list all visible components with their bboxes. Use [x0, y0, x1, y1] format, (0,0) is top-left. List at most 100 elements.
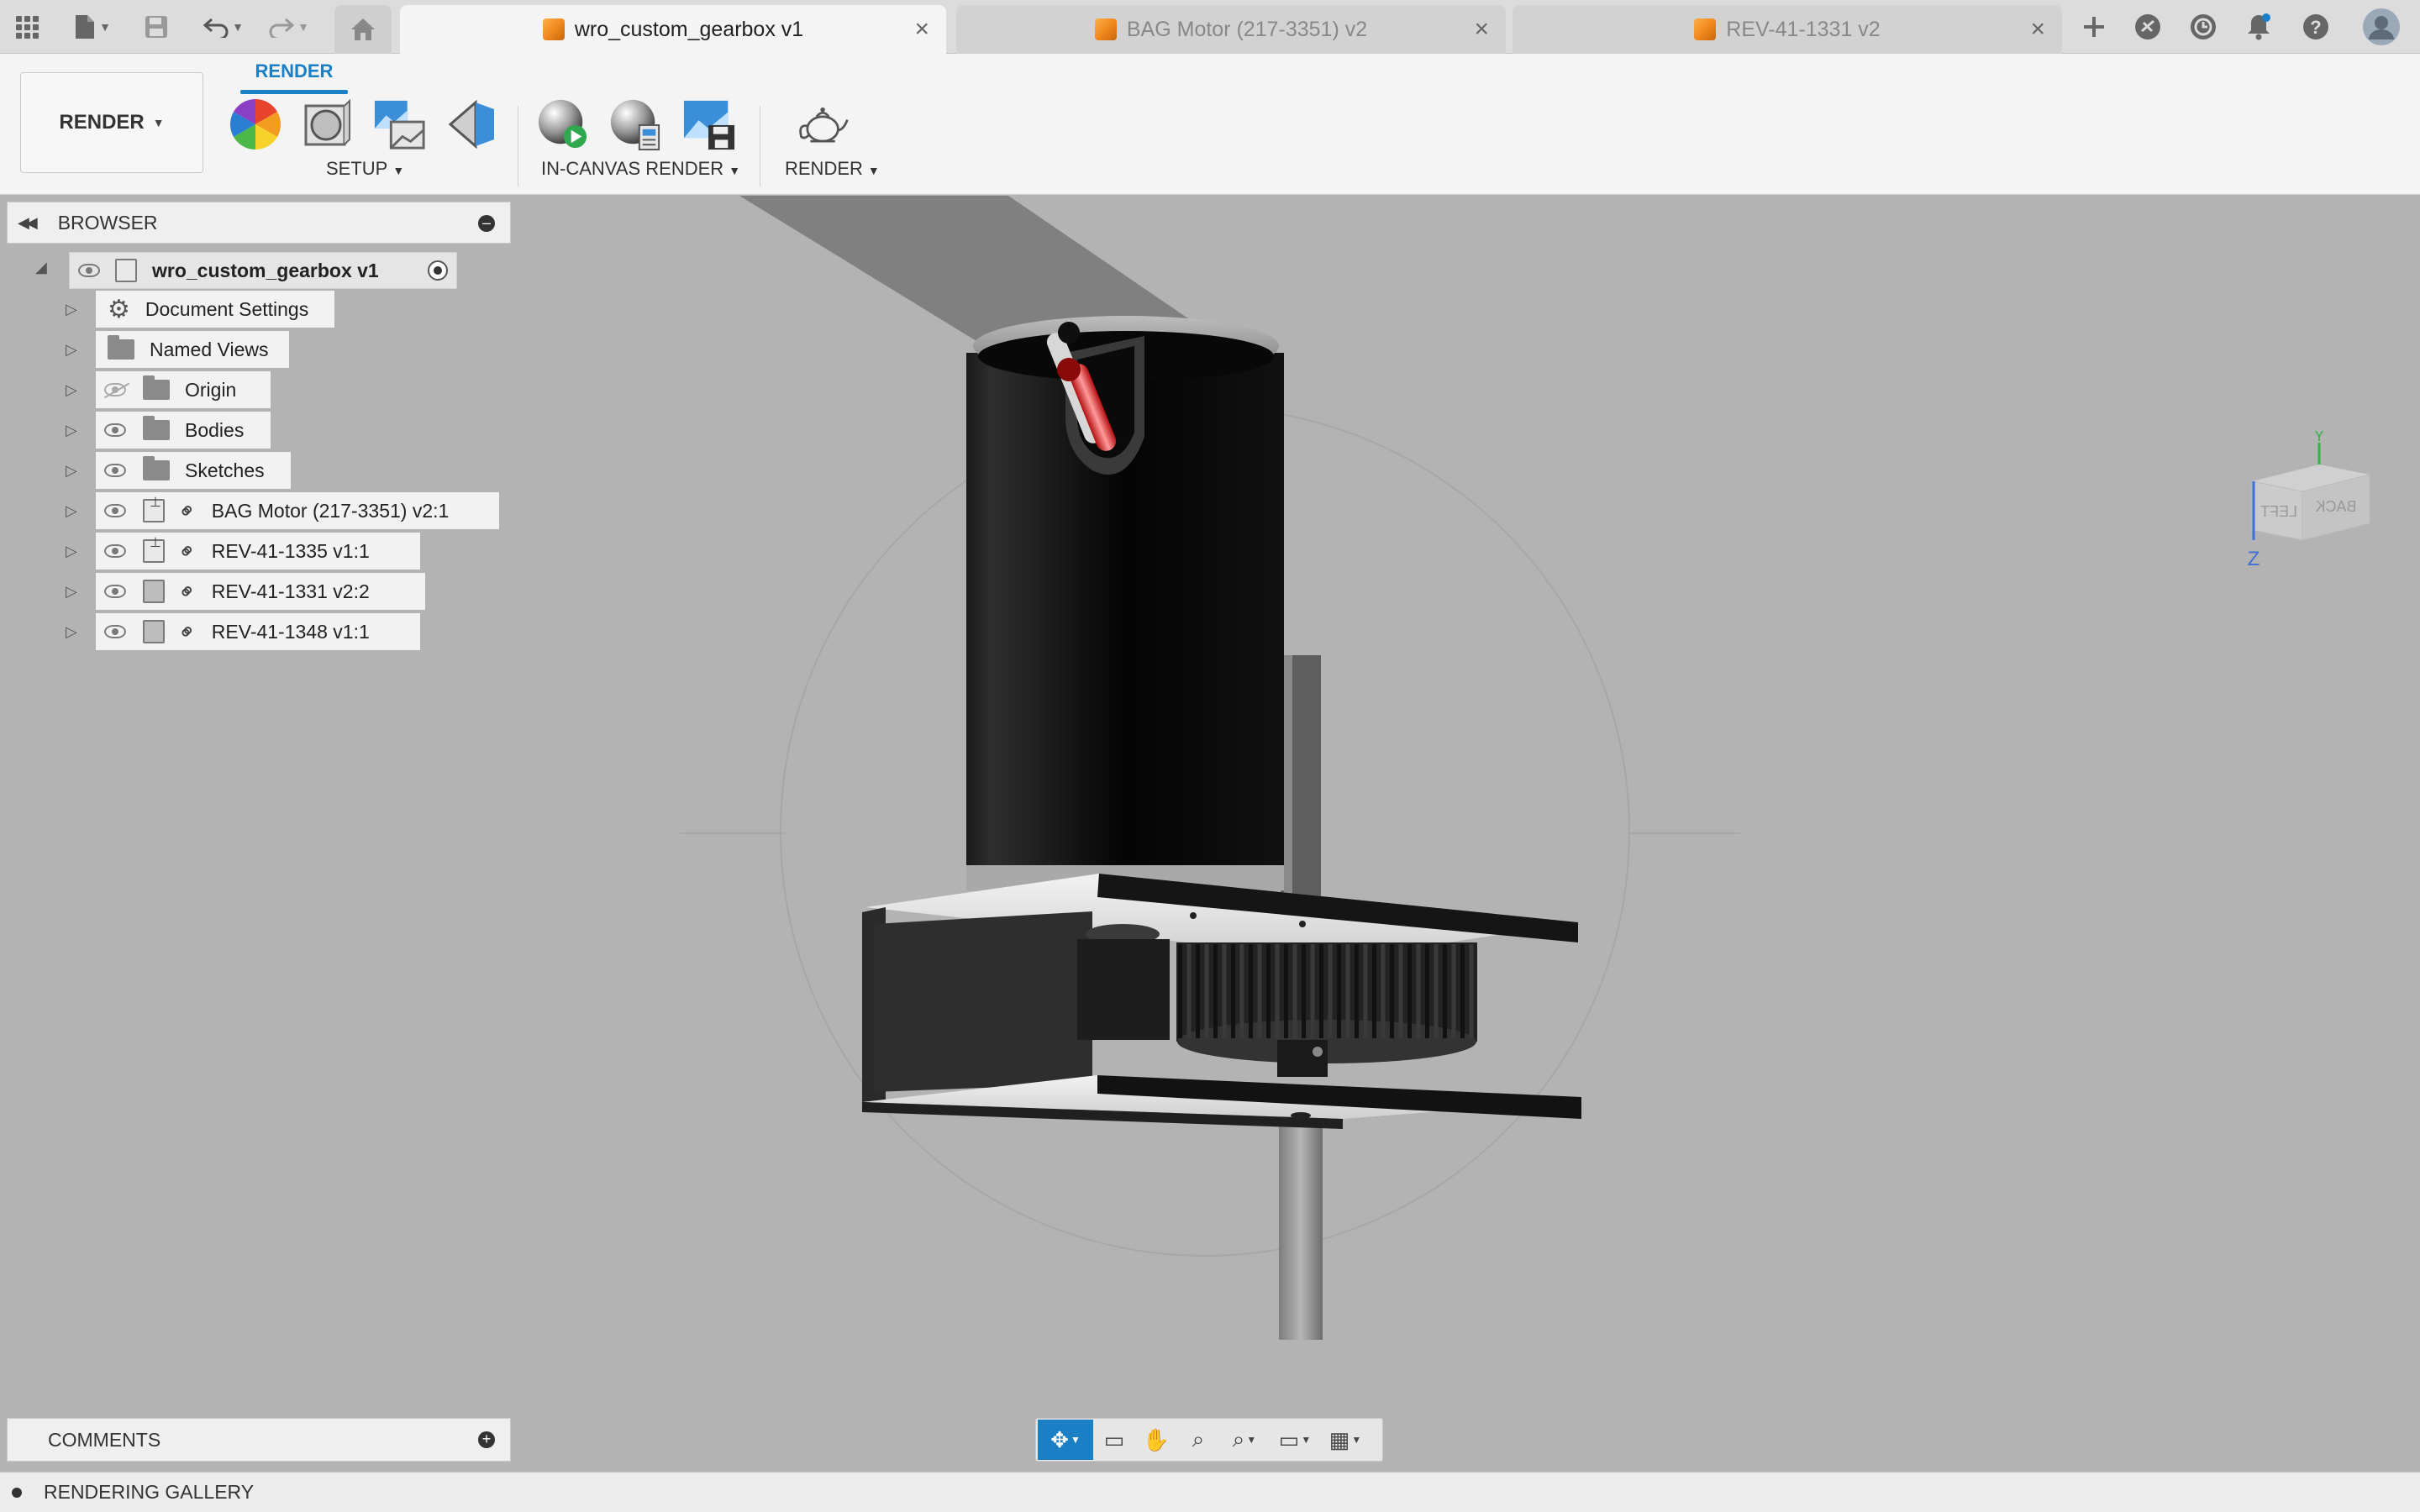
expand-tree-icon[interactable]: ▷	[66, 543, 77, 560]
scene-settings-tool[interactable]	[373, 97, 427, 151]
new-tab-button[interactable]	[2077, 10, 2111, 44]
expand-tree-icon[interactable]: ▷	[66, 301, 77, 318]
tree-item-label: Document Settings	[145, 297, 309, 320]
redo-button[interactable]: ▼	[264, 10, 314, 44]
tab-rev-41-1331[interactable]: REV-41-1331 v2 ×	[1512, 5, 2062, 54]
tree-item-bodies[interactable]: Bodies	[96, 412, 271, 449]
close-icon[interactable]: ×	[914, 17, 929, 42]
close-icon[interactable]: ×	[2030, 17, 2045, 42]
visibility-off-eye-icon[interactable]	[104, 383, 126, 396]
capture-image-tool[interactable]	[682, 97, 736, 151]
expand-tree-icon[interactable]: ▷	[66, 623, 77, 641]
render-tool[interactable]	[797, 97, 850, 151]
pan-button[interactable]: ✋	[1135, 1420, 1177, 1459]
visibility-eye-icon[interactable]	[104, 544, 126, 558]
gear-tooth	[1204, 944, 1209, 1038]
extensions-icon[interactable]	[2131, 10, 2165, 44]
decal-tool[interactable]	[445, 97, 499, 151]
tab-bag-motor[interactable]: BAG Motor (217-3351) v2 ×	[956, 5, 1506, 54]
link-icon: ⚭	[171, 495, 203, 526]
visibility-eye-icon[interactable]	[104, 423, 126, 437]
zoom-button[interactable]: ⌕	[1177, 1420, 1219, 1459]
save-icon[interactable]	[141, 10, 171, 44]
visibility-eye-icon[interactable]	[104, 625, 126, 638]
visibility-eye-icon[interactable]	[104, 464, 126, 477]
pinion-gear	[1077, 939, 1170, 1040]
tree-item-label: Sketches	[185, 459, 265, 481]
expand-tree-icon[interactable]: ▷	[66, 341, 77, 359]
gear-tooth	[1266, 944, 1270, 1038]
tree-item-bag-motor[interactable]: ⊥ ⚭ BAG Motor (217-3351) v2:1	[96, 492, 499, 529]
in-canvas-render-group-label[interactable]: IN-CANVAS RENDER ▼	[541, 158, 740, 180]
physical-material-tool[interactable]	[301, 97, 355, 151]
tree-item-rev-41-1348[interactable]: ⚭ REV-41-1348 v1:1	[96, 613, 420, 650]
home-button[interactable]	[334, 5, 392, 54]
look-at-button[interactable]: ▭	[1093, 1420, 1135, 1459]
in-canvas-settings-tool[interactable]	[608, 97, 662, 151]
tree-item-rev-41-1335[interactable]: ⊥ ⚭ REV-41-1335 v1:1	[96, 533, 420, 570]
gear-tooth	[1425, 944, 1429, 1038]
workspace-switcher-button[interactable]: RENDER ▼	[20, 72, 203, 173]
plus-icon	[2084, 17, 2104, 37]
notifications-bell-icon[interactable]	[2242, 10, 2275, 44]
appearance-tool[interactable]	[229, 97, 282, 151]
3d-model-render[interactable]	[0, 196, 2420, 1473]
rendering-gallery-bar[interactable]: RENDERING GALLERY	[0, 1472, 2420, 1512]
browser-panel-header[interactable]: ◀◀ BROWSER –	[7, 202, 511, 244]
undo-button[interactable]: ▼	[198, 10, 249, 44]
grid-settings-button[interactable]: ▦ ▼	[1320, 1420, 1370, 1459]
expand-tree-icon[interactable]: ▷	[66, 381, 77, 399]
visibility-eye-icon[interactable]	[78, 264, 100, 277]
tree-root-item[interactable]: wro_custom_gearbox v1	[69, 252, 457, 289]
gear-tooth	[1275, 944, 1280, 1038]
tree-item-named-views[interactable]: Named Views	[96, 331, 289, 368]
view-cube-back-label: BACK	[2315, 498, 2356, 515]
fit-button[interactable]: ⌕ ▼	[1219, 1420, 1270, 1459]
tab-render[interactable]: RENDER	[240, 60, 348, 94]
browser-title: BROWSER	[57, 211, 158, 234]
expand-tree-icon[interactable]: ▷	[66, 422, 77, 439]
expand-tree-icon[interactable]: ▷	[66, 583, 77, 601]
job-status-icon[interactable]	[2186, 10, 2220, 44]
comments-panel-header[interactable]: COMMENTS +	[7, 1418, 511, 1462]
display-settings-button[interactable]: ▭ ▼	[1270, 1420, 1320, 1459]
tree-item-rev-41-1331[interactable]: ⚭ REV-41-1331 v2:2	[96, 573, 425, 610]
gear-tooth	[1310, 944, 1315, 1038]
expand-tree-icon[interactable]: ▷	[66, 502, 77, 520]
view-cube[interactable]: LEFT BACK Z Y	[2235, 431, 2386, 582]
tab-wro-custom-gearbox[interactable]: wro_custom_gearbox v1 ×	[400, 5, 946, 54]
minimize-icon[interactable]: –	[478, 215, 495, 232]
activate-radio-icon[interactable]	[428, 260, 448, 281]
tree-item-sketches[interactable]: Sketches	[96, 452, 291, 489]
help-icon[interactable]: ?	[2299, 10, 2333, 44]
setup-group-label[interactable]: SETUP ▼	[326, 158, 404, 180]
tree-item-label: REV-41-1335 v1:1	[211, 539, 370, 562]
expand-tree-icon[interactable]: ▷	[66, 462, 77, 480]
user-avatar[interactable]	[2361, 8, 2402, 45]
file-menu-button[interactable]: ▼	[66, 10, 119, 44]
app-grid-icon[interactable]	[13, 10, 40, 44]
render-sphere-play-icon	[538, 99, 587, 149]
color-wheel-icon	[229, 98, 281, 150]
gear-tooth	[1390, 944, 1394, 1038]
y-axis-label: Y	[2314, 431, 2324, 444]
collapse-panel-icon[interactable]: ◀◀	[18, 214, 38, 232]
add-comment-icon[interactable]: +	[478, 1431, 495, 1448]
tree-item-label: Named Views	[150, 338, 269, 360]
standoff-post-highlight	[1284, 655, 1292, 907]
render-group-label[interactable]: RENDER ▼	[785, 158, 880, 180]
collapse-tree-icon[interactable]: ◢	[35, 259, 47, 276]
look-at-icon: ▭	[1103, 1426, 1125, 1452]
visibility-eye-icon[interactable]	[104, 585, 126, 598]
start-in-canvas-render-tool[interactable]	[536, 97, 590, 151]
output-shaft	[1279, 1109, 1323, 1340]
gear-tooth	[1355, 944, 1359, 1038]
canvas-viewport[interactable]: LEFT BACK Z Y	[0, 196, 2420, 1473]
redo-icon	[269, 18, 295, 38]
tree-item-document-settings[interactable]: ⚙ Document Settings	[96, 291, 334, 328]
visibility-eye-icon[interactable]	[104, 504, 126, 517]
close-icon[interactable]: ×	[1474, 17, 1489, 42]
orbit-move-button[interactable]: ✥ ▼	[1038, 1420, 1093, 1460]
red-wire-end	[1057, 358, 1081, 381]
tree-item-origin[interactable]: Origin	[96, 371, 271, 408]
